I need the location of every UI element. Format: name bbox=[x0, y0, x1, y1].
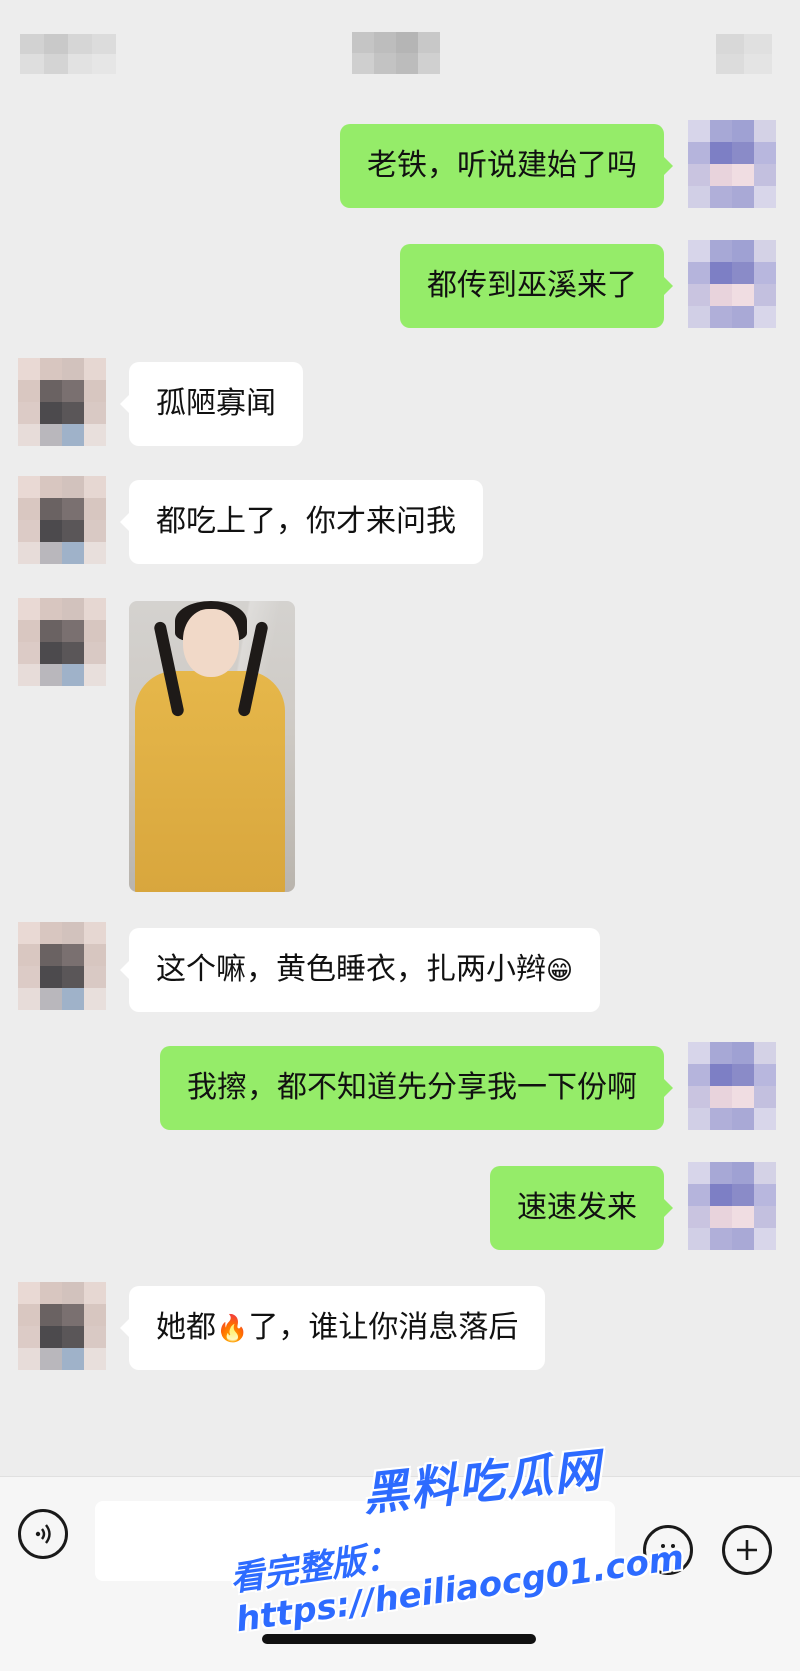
voice-icon[interactable] bbox=[18, 1509, 68, 1559]
message-bubble-outgoing[interactable]: 我擦，都不知道先分享我一下份啊 bbox=[160, 1046, 673, 1130]
message-bubble-incoming[interactable]: 都吃上了，你才来问我 bbox=[120, 480, 483, 564]
message-bubble-outgoing[interactable]: 速速发来 bbox=[490, 1166, 673, 1250]
message-text: 她都 bbox=[156, 1310, 216, 1345]
message-text: 这个嘛，黄色睡衣，扎两小辫 bbox=[156, 952, 546, 987]
avatar[interactable] bbox=[18, 358, 106, 446]
more-options-button[interactable] bbox=[716, 34, 772, 74]
message-text: 我擦，都不知道先分享我一下份啊 bbox=[187, 1070, 637, 1105]
message-text: 都传到巫溪来了 bbox=[427, 268, 637, 303]
avatar[interactable] bbox=[688, 240, 776, 328]
chat-title bbox=[352, 32, 440, 74]
back-button[interactable] bbox=[20, 34, 116, 74]
avatar[interactable] bbox=[18, 922, 106, 1010]
fire-emoji-icon: 🔥 bbox=[216, 1314, 249, 1344]
message-text: 老铁，听说建始了吗 bbox=[367, 148, 637, 183]
avatar[interactable] bbox=[688, 120, 776, 208]
message-text: 了，谁让你消息落后 bbox=[248, 1310, 519, 1345]
avatar[interactable] bbox=[18, 1282, 106, 1370]
message-text: 孤陋寡闻 bbox=[156, 386, 276, 421]
message-text: 速速发来 bbox=[517, 1190, 637, 1225]
message-bubble-outgoing[interactable]: 老铁，听说建始了吗 bbox=[340, 124, 673, 208]
image-message[interactable] bbox=[129, 601, 295, 892]
message-bubble-incoming[interactable]: 她都🔥了，谁让你消息落后 bbox=[119, 1286, 546, 1370]
chat-header bbox=[0, 0, 800, 100]
grin-emoji-icon: 😁 bbox=[546, 956, 574, 986]
message-bubble-incoming[interactable]: 孤陋寡闻 bbox=[120, 362, 303, 446]
avatar[interactable] bbox=[688, 1042, 776, 1130]
message-bubble-outgoing[interactable]: 都传到巫溪来了 bbox=[400, 244, 673, 328]
avatar[interactable] bbox=[18, 476, 106, 564]
message-bubble-incoming[interactable]: 这个嘛，黄色睡衣，扎两小辫😁 bbox=[119, 928, 601, 1012]
avatar[interactable] bbox=[688, 1162, 776, 1250]
message-text: 都吃上了，你才来问我 bbox=[156, 504, 456, 539]
home-indicator bbox=[262, 1634, 536, 1644]
avatar[interactable] bbox=[18, 598, 106, 686]
